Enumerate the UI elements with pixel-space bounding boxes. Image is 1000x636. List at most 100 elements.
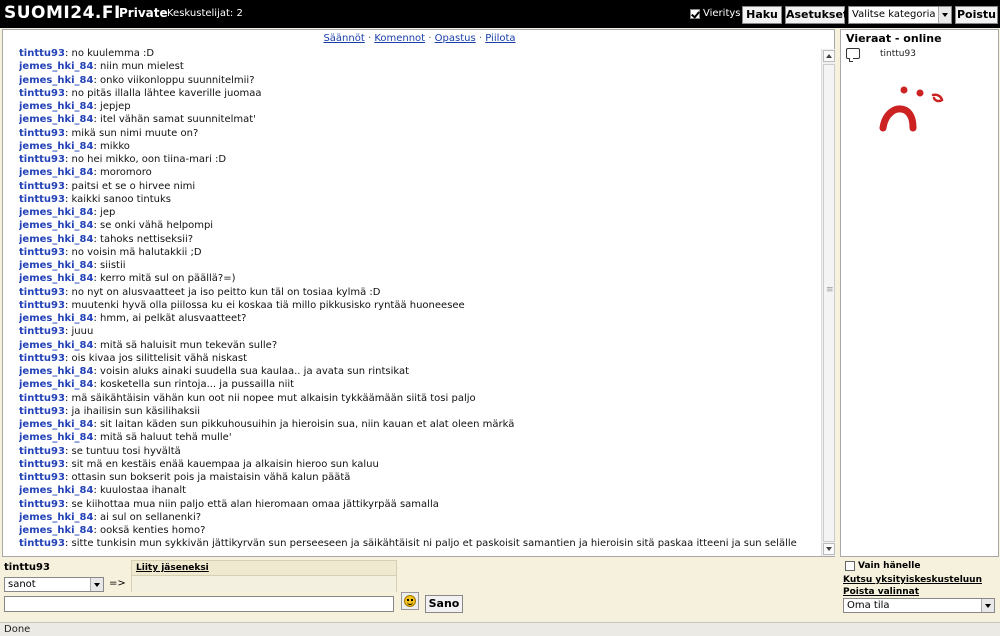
private-only-checkbox[interactable] (845, 561, 855, 571)
chat-message: tinttu93: ois kivaa jos silittelisit väh… (19, 352, 819, 365)
chat-links: Säännöt · Komennot · Opastus · Piilota (3, 33, 836, 44)
message-text: tahoks nettiseksii? (100, 233, 194, 245)
message-nick[interactable]: tinttu93 (19, 247, 65, 258)
chevron-down-icon[interactable] (938, 7, 951, 23)
smiley-button[interactable] (401, 592, 419, 610)
message-nick[interactable]: tinttu93 (19, 353, 65, 364)
message-nick[interactable]: jemes_hki_84 (19, 379, 93, 390)
autoscroll-checkbox[interactable] (690, 8, 700, 19)
chat-message: tinttu93: sitte tunkisin mun sykkivän jä… (19, 537, 819, 550)
user-name[interactable]: tinttu93 (880, 49, 916, 59)
message-nick[interactable]: tinttu93 (19, 406, 65, 417)
message-nick[interactable]: tinttu93 (19, 326, 65, 337)
message-nick[interactable]: tinttu93 (19, 393, 65, 404)
chevron-down-icon[interactable] (981, 599, 994, 612)
settings-button[interactable]: Asetukset (785, 6, 848, 24)
hide-link[interactable]: Piilota (485, 33, 515, 44)
speech-bubble-icon (846, 48, 860, 62)
verb-select[interactable]: sanot (4, 577, 104, 592)
autoscroll-toggle[interactable]: Vieritys (690, 8, 741, 19)
chat-message: jemes_hki_84: kerro mitä sul on päällä?=… (19, 272, 819, 285)
message-text: no nyt on alusvaatteet ja iso peitto kun… (71, 286, 381, 298)
sad-face-drawing (879, 86, 944, 132)
message-text: siistii (100, 260, 126, 271)
message-nick[interactable]: jemes_hki_84 (19, 101, 93, 112)
search-button[interactable]: Haku (742, 6, 782, 24)
message-nick[interactable]: tinttu93 (19, 446, 65, 457)
message-nick[interactable]: jemes_hki_84 (19, 75, 93, 86)
scroll-down-icon[interactable] (823, 543, 835, 555)
help-link[interactable]: Opastus (435, 33, 476, 44)
message-nick[interactable]: tinttu93 (19, 88, 65, 99)
room-select[interactable]: Oma tila (843, 598, 995, 613)
message-nick[interactable]: jemes_hki_84 (19, 525, 93, 536)
chat-message: jemes_hki_84: niin mun mielest (19, 60, 819, 73)
message-nick[interactable]: tinttu93 (19, 48, 65, 59)
message-nick[interactable]: jemes_hki_84 (19, 141, 93, 152)
message-nick[interactable]: jemes_hki_84 (19, 419, 93, 430)
message-nick[interactable]: jemes_hki_84 (19, 220, 93, 231)
message-nick[interactable]: jemes_hki_84 (19, 207, 93, 218)
message-text: niin mun mielest (100, 61, 184, 73)
invite-private-link[interactable]: Kutsu yksityiskeskusteluun (843, 575, 982, 585)
chat-message: tinttu93: se tuntuu tosi hyvältä (19, 445, 819, 458)
message-nick[interactable]: jemes_hki_84 (19, 366, 93, 377)
message-input[interactable] (4, 596, 394, 612)
commands-link[interactable]: Komennot (374, 33, 425, 44)
chat-scrollbar[interactable] (821, 49, 835, 556)
chat-message: jemes_hki_84: jepjep (19, 100, 819, 113)
message-nick[interactable]: tinttu93 (19, 181, 65, 192)
message-text: jepjep (100, 101, 131, 112)
chat-message: tinttu93: muutenki hyvä olla piilossa ku… (19, 299, 819, 312)
message-nick[interactable]: tinttu93 (19, 472, 65, 483)
chat-message: jemes_hki_84: mikko (19, 140, 819, 153)
site-logo[interactable]: SUOMI24.FI (4, 3, 121, 23)
status-bar: Done (0, 622, 1000, 636)
message-nick[interactable]: jemes_hki_84 (19, 114, 93, 125)
message-nick[interactable]: jemes_hki_84 (19, 234, 93, 245)
rules-link[interactable]: Säännöt (323, 33, 364, 44)
message-list: tinttu93: no kuulemma :D jemes_hki_84: ni… (19, 47, 819, 556)
message-nick[interactable]: jemes_hki_84 (19, 61, 93, 72)
message-nick[interactable]: jemes_hki_84 (19, 260, 93, 271)
message-nick[interactable]: tinttu93 (19, 287, 65, 298)
message-nick[interactable]: tinttu93 (19, 538, 65, 549)
message-nick[interactable]: jemes_hki_84 (19, 512, 93, 523)
message-nick[interactable]: jemes_hki_84 (19, 273, 93, 284)
clear-selection-link[interactable]: Poista valinnat (843, 587, 919, 597)
message-nick[interactable]: tinttu93 (19, 499, 65, 510)
join-link[interactable]: Liity jäseneksi (136, 563, 209, 573)
chat-message: tinttu93: ja ihailisin sun käsilihaksii (19, 405, 819, 418)
top-bar: SUOMI24.FI Private Keskustelijat: 2 Vier… (0, 0, 1000, 28)
message-nick[interactable]: tinttu93 (19, 194, 65, 205)
message-text: no voisin mä halutakkii ;D (71, 246, 202, 258)
message-nick[interactable]: tinttu93 (19, 128, 65, 139)
message-nick[interactable]: jemes_hki_84 (19, 313, 93, 324)
message-nick[interactable]: jemes_hki_84 (19, 432, 93, 443)
chat-message: tinttu93: kaikki sanoo tintuks (19, 193, 819, 206)
user-list-item[interactable]: tinttu93 (846, 48, 916, 62)
scroll-thumb[interactable] (823, 64, 835, 542)
message-nick[interactable]: jemes_hki_84 (19, 485, 93, 496)
message-text: jep (100, 207, 116, 218)
message-text: no pitäs illalla lähtee kaverille juomaa (71, 87, 262, 99)
chat-message: tinttu93: no voisin mä halutakkii ;D (19, 246, 819, 259)
private-only-toggle[interactable]: Vain hänelle (845, 561, 920, 571)
leave-button[interactable]: Poistu (955, 6, 998, 24)
message-nick[interactable]: tinttu93 (19, 459, 65, 470)
scroll-up-icon[interactable] (823, 50, 835, 62)
message-text: moromoro (100, 167, 152, 179)
chevron-down-icon[interactable] (90, 578, 103, 591)
chat-message: jemes_hki_84: kosketella sun rintoja... … (19, 378, 819, 391)
join-box: Liity jäseneksi (131, 560, 397, 592)
category-select[interactable]: Valitse kategoria (848, 6, 952, 24)
message-text: se onki vähä helpompi (100, 220, 214, 232)
message-nick[interactable]: jemes_hki_84 (19, 340, 93, 351)
chat-message: tinttu93: paitsi et se o hirvee nimi (19, 180, 819, 193)
message-nick[interactable]: tinttu93 (19, 300, 65, 311)
message-nick[interactable]: tinttu93 (19, 154, 65, 165)
send-button[interactable]: Sano (425, 595, 463, 613)
chat-message: tinttu93: mä säikähtäisin vähän kun oot … (19, 392, 819, 405)
message-nick[interactable]: jemes_hki_84 (19, 167, 93, 178)
message-text: ois kivaa jos silittelisit vähä niskast (71, 352, 248, 364)
